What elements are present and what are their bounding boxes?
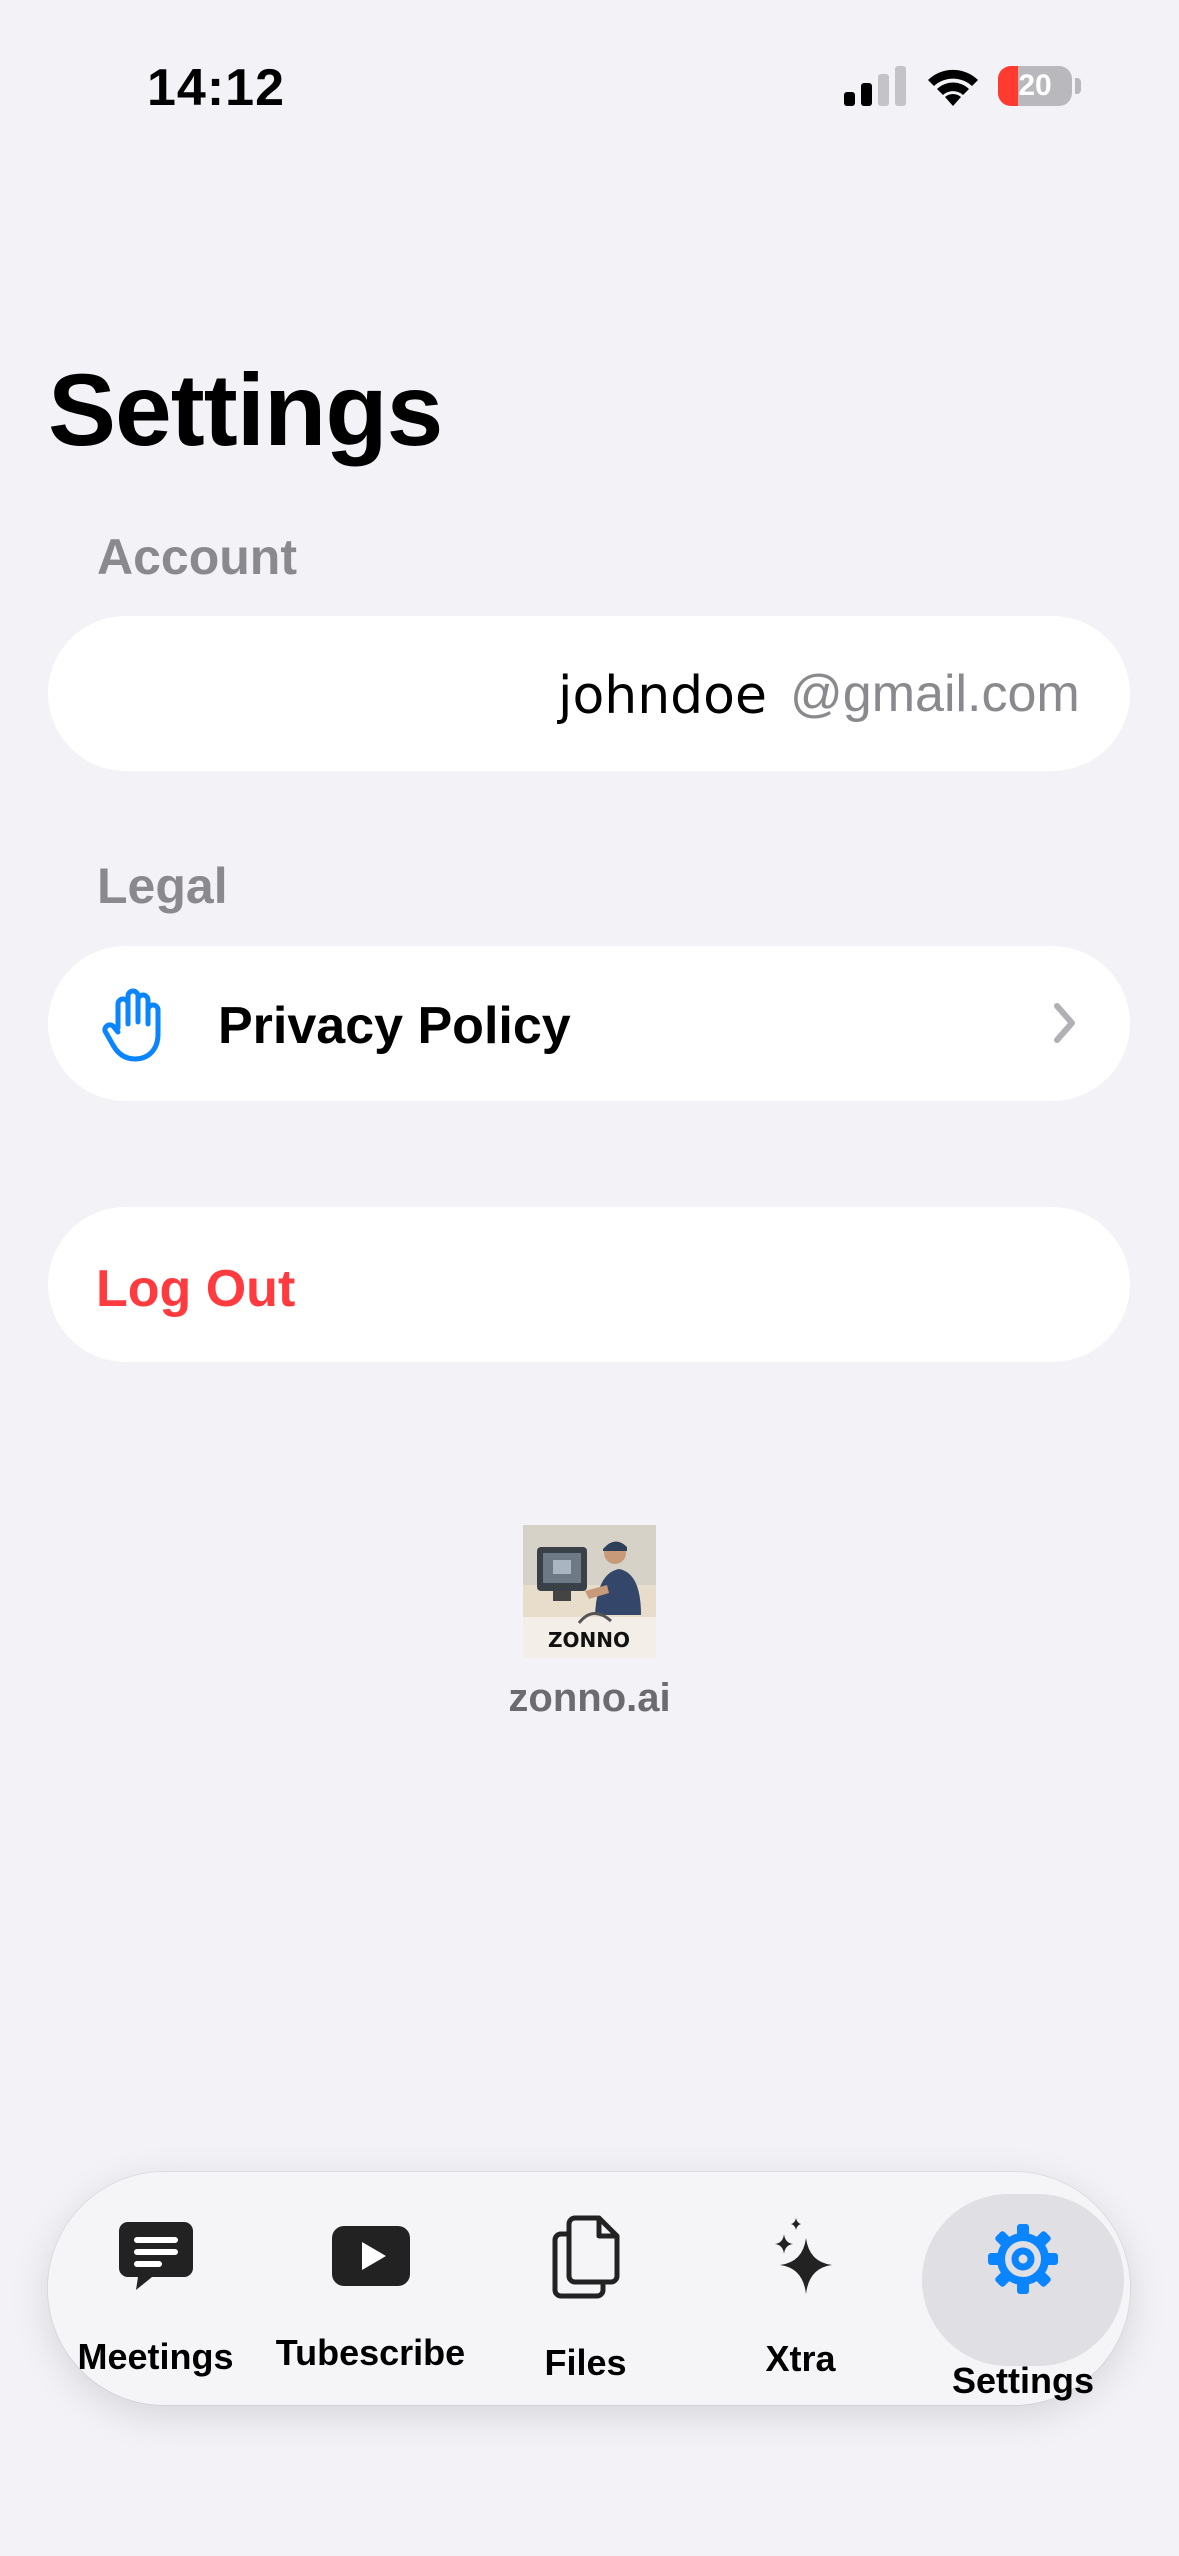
tab-settings-label: Settings — [951, 2360, 1094, 2401]
logo-caption: zonno.ai — [508, 1676, 671, 1720]
cellular-signal-icon — [844, 66, 906, 106]
status-time: 14:12 — [147, 59, 285, 117]
battery-icon: 20 — [998, 66, 1082, 108]
account-username: johndoe — [558, 666, 767, 726]
account-row: johndoe @gmail.com — [48, 616, 1130, 771]
tab-files-label: Files — [544, 2342, 627, 2383]
privacy-policy-row[interactable]: Privacy Policy — [48, 946, 1130, 1101]
message-icon — [118, 2222, 193, 2290]
tab-bar: Meetings Tubescribe Files Xtra Settings — [48, 2172, 1130, 2405]
tab-xtra[interactable]: Xtra — [693, 2172, 908, 2405]
account-email-domain: @gmail.com — [790, 665, 1080, 723]
battery-level: 20 — [1018, 69, 1052, 102]
tab-xtra-label: Xtra — [765, 2338, 836, 2379]
account-section-label: Account — [97, 529, 297, 585]
tab-meetings[interactable]: Meetings — [48, 2172, 263, 2405]
files-icon — [552, 2215, 619, 2299]
tab-tubescribe-label: Tubescribe — [275, 2332, 466, 2373]
log-out-button[interactable]: Log Out — [48, 1207, 1130, 1362]
log-out-label: Log Out — [96, 1260, 296, 1318]
tab-tubescribe[interactable]: Tubescribe — [263, 2172, 478, 2405]
tab-settings[interactable]: Settings — [922, 2172, 1124, 2405]
raised-hand-icon — [102, 988, 161, 1062]
logo-text: ZONNO — [548, 1628, 630, 1652]
page-title: Settings — [48, 353, 443, 467]
legal-section-label: Legal — [97, 858, 228, 914]
wifi-icon — [928, 69, 978, 106]
sparkles-icon — [774, 2218, 832, 2294]
tab-meetings-label: Meetings — [77, 2336, 234, 2377]
chevron-right-icon — [1054, 1003, 1075, 1043]
zonno-logo-image: ZONNO — [523, 1525, 656, 1658]
play-icon — [331, 2226, 410, 2286]
tab-files[interactable]: Files — [478, 2172, 693, 2405]
privacy-policy-label: Privacy Policy — [218, 997, 571, 1055]
gear-icon — [988, 2224, 1058, 2294]
